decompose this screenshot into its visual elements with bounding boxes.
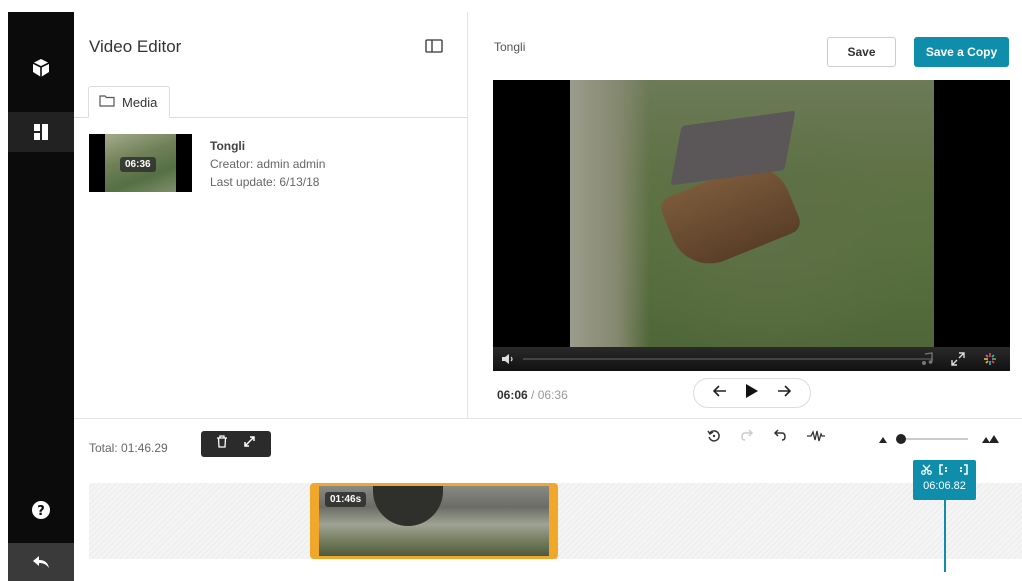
help-icon[interactable]: ? (8, 490, 74, 530)
timeline-actions (707, 428, 826, 448)
playhead-time: 06:06.82 (923, 480, 966, 492)
box-icon[interactable] (8, 48, 74, 88)
waveform-icon[interactable] (806, 429, 826, 448)
editor-icon[interactable] (8, 112, 74, 152)
media-creator: Creator: admin admin (210, 157, 326, 171)
back-icon[interactable] (8, 543, 74, 581)
clip-trim-end-handle[interactable] (549, 486, 555, 556)
time-separator: / (531, 388, 535, 402)
current-time: 06:06 (497, 388, 528, 402)
save-button[interactable]: Save (827, 37, 896, 67)
media-panel: Video Editor Media 06:36 Tongli Creator:… (74, 12, 468, 418)
timeline-clip[interactable]: 01:46s (310, 483, 558, 559)
timeline: Total: 01:46.29 01:46s 06:06.82 (74, 418, 1022, 581)
svg-text:?: ? (37, 504, 45, 519)
video-frame-wall (570, 80, 650, 348)
clip-duration: 01:46s (325, 492, 367, 507)
trim-start-icon[interactable] (939, 462, 950, 480)
reset-icon[interactable] (707, 429, 721, 448)
playhead-line[interactable] (944, 500, 946, 572)
playhead-marker[interactable]: 06:06.82 (913, 460, 976, 500)
video-player[interactable] (493, 80, 1010, 371)
media-thumbnail[interactable]: 06:36 (89, 134, 192, 192)
player-progress-bar[interactable] (523, 358, 933, 360)
thumbnail-duration: 06:36 (120, 157, 156, 172)
total-time: 06:36 (537, 388, 568, 402)
arrow-right-icon[interactable] (777, 384, 792, 402)
undo-icon[interactable] (773, 428, 787, 448)
page-title: Video Editor (89, 37, 182, 56)
play-icon[interactable] (745, 383, 759, 404)
media-name[interactable]: Tongli (210, 137, 325, 155)
sparkle-icon[interactable] (983, 352, 997, 371)
app-sidebar: ? (8, 12, 74, 581)
layout-toggle-icon[interactable] (425, 39, 443, 53)
scissors-icon[interactable] (920, 462, 932, 480)
media-info: Tongli Creator: admin admin Last update:… (210, 137, 325, 191)
tab-media[interactable]: Media (88, 86, 171, 118)
zoom-slider[interactable] (878, 431, 1000, 447)
volume-icon[interactable] (501, 352, 515, 371)
preview-panel: Tongli Save Save a Copy 06:06 / 06:36 (469, 12, 1022, 418)
clip-image (373, 486, 443, 526)
media-last-update: Last update: 6/13/18 (210, 175, 320, 189)
fullscreen-icon[interactable] (951, 352, 965, 371)
clip-trim-start-handle[interactable] (313, 486, 319, 556)
save-copy-button[interactable]: Save a Copy (914, 37, 1009, 67)
clip-tools (201, 431, 271, 457)
playback-navigation (693, 378, 811, 408)
playback-time: 06:06 / 06:36 (497, 388, 568, 402)
music-icon[interactable] (921, 352, 933, 371)
trim-end-icon[interactable] (957, 462, 969, 480)
player-controls (493, 347, 1010, 371)
arrow-left-icon[interactable] (712, 384, 727, 402)
timeline-total: Total: 01:46.29 (89, 441, 168, 455)
entry-name: Tongli (494, 40, 526, 54)
expand-icon[interactable] (243, 435, 256, 453)
redo-icon[interactable] (740, 428, 754, 448)
tab-media-label: Media (122, 94, 158, 110)
folder-icon (99, 94, 115, 110)
trash-icon[interactable] (216, 435, 228, 453)
